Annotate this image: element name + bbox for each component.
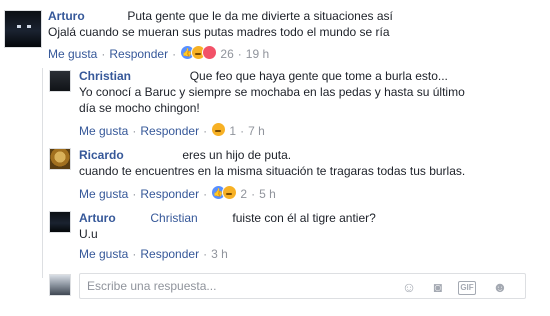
comment-actions: Me gusta·Responder· 26·19 h [48, 45, 269, 62]
comment-actions: Me gusta·Responder· 2·5 h [79, 185, 276, 202]
redacted-name [201, 212, 230, 226]
like-button[interactable]: Me gusta [48, 47, 97, 61]
love-reaction-icon [202, 45, 218, 60]
like-button[interactable]: Me gusta [79, 187, 128, 201]
timestamp[interactable]: 7 h [248, 124, 265, 138]
separator: · [203, 187, 208, 201]
comment-text: Puta gente que le da me divierte a situa… [127, 9, 393, 23]
comment-author[interactable]: Christian [79, 69, 131, 83]
reply-button[interactable]: Responder [140, 124, 199, 138]
emoji-icon[interactable]: ☺ [400, 278, 418, 296]
mention-link[interactable]: Christian [150, 211, 197, 225]
reply-composer[interactable]: ☺ ◙ GIF ☻ [79, 273, 526, 299]
reply-button[interactable]: Responder [140, 187, 199, 201]
redacted-name [119, 212, 148, 226]
reply-comment: Arturo Christian fuiste con él al tigre … [79, 210, 376, 242]
separator: · [132, 124, 137, 138]
separator: · [237, 47, 242, 61]
timestamp[interactable]: 19 h [246, 47, 269, 61]
comment-actions: Me gusta · Responder · 3 h [79, 246, 228, 262]
comment-text-line-2: U.u [79, 227, 98, 241]
reaction-count: 1 [229, 124, 237, 138]
separator: · [132, 247, 137, 261]
comment-text-line-2: Ojalá cuando se mueran sus putas madres … [48, 25, 390, 39]
comment: Arturo Puta gente que le da me divierte … [48, 8, 393, 40]
avatar[interactable] [4, 10, 42, 48]
redacted-name [88, 10, 125, 24]
timestamp[interactable]: 3 h [211, 247, 228, 261]
sad-reaction-icon [211, 122, 227, 137]
redacted-name [127, 149, 180, 163]
comment-text-line-3: día se mocho chingon! [79, 101, 200, 115]
reply-comment: Ricardo eres un hijo de puta. cuando te … [79, 147, 465, 179]
comment-text: eres un hijo de puta. [182, 148, 292, 162]
reply-comment: Christian Que feo que haya gente que tom… [79, 68, 465, 116]
reply-input[interactable] [80, 274, 404, 298]
sad-reaction-icon [222, 185, 238, 200]
reply-button[interactable]: Responder [109, 47, 168, 61]
reactions-summary[interactable]: 1 [211, 122, 237, 138]
separator: · [132, 187, 137, 201]
separator: · [101, 47, 106, 61]
comment-author[interactable]: Ricardo [79, 148, 124, 162]
avatar[interactable] [49, 148, 71, 170]
reply-button[interactable]: Responder [140, 247, 199, 261]
timestamp[interactable]: 5 h [259, 187, 276, 201]
sticker-icon[interactable]: ☻ [491, 278, 509, 296]
avatar[interactable] [49, 211, 71, 233]
redacted-name [134, 70, 187, 84]
comment-text: fuiste con él al tigre antier? [232, 211, 376, 225]
reaction-count: 26 [220, 47, 234, 61]
reactions-summary[interactable]: 26 [180, 45, 234, 61]
comment-actions: Me gusta · Responder · 1 · 7 h [79, 122, 265, 139]
reply-thread-line [42, 68, 43, 278]
like-button[interactable]: Me gusta [79, 247, 128, 261]
avatar[interactable] [49, 70, 71, 92]
separator: · [251, 187, 256, 201]
reaction-count: 2 [240, 187, 248, 201]
camera-icon[interactable]: ◙ [429, 278, 447, 296]
comment-text-line-2: cuando te encuentres en la misma situaci… [79, 164, 466, 178]
comment-text-line-2: Yo conocí a Baruc y siempre se mochaba e… [79, 85, 465, 99]
gif-icon[interactable]: GIF [458, 281, 476, 295]
like-button[interactable]: Me gusta [79, 124, 128, 138]
current-user-avatar [49, 274, 71, 296]
separator: · [203, 124, 208, 138]
comment-author[interactable]: Arturo [48, 9, 85, 23]
separator: · [203, 247, 208, 261]
comment-author[interactable]: Arturo [79, 211, 116, 225]
separator: · [172, 47, 177, 61]
reactions-summary[interactable]: 2 [211, 185, 248, 201]
comment-text: Que feo que haya gente que tome a burla … [189, 69, 448, 83]
separator: · [240, 124, 245, 138]
